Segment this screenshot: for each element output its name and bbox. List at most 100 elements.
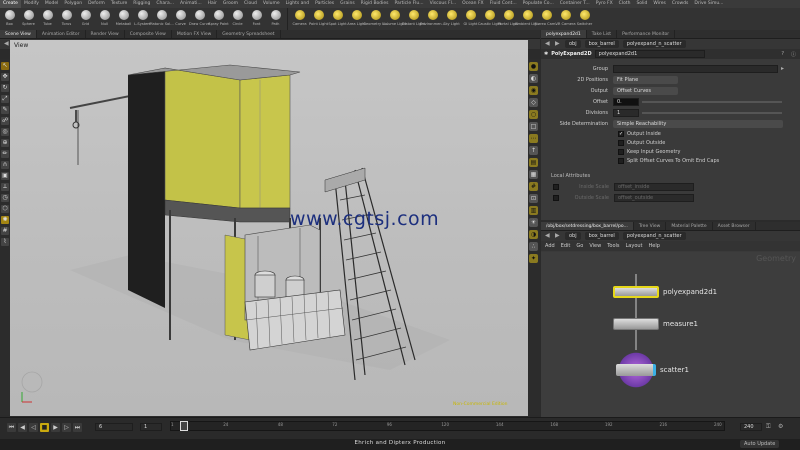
divisions-field[interactable]: 1	[613, 108, 639, 117]
shelf-tab[interactable]: Pyro FX	[593, 0, 616, 8]
shelf-tool-button[interactable]: Font	[247, 8, 266, 30]
output-dropdown[interactable]: Offset Curves	[613, 86, 678, 95]
current-frame-field[interactable]: 6	[95, 423, 133, 431]
ghost-icon[interactable]: ○	[529, 110, 538, 119]
wireframe-icon[interactable]: ◇	[529, 98, 538, 107]
shelf-tool-button[interactable]: Caustic Light	[478, 8, 501, 30]
handle-display-icon[interactable]: ✦	[529, 254, 538, 263]
divisions-slider[interactable]	[642, 111, 782, 114]
shelf-tab[interactable]: Wires	[650, 0, 668, 8]
current-frame-marker[interactable]	[180, 421, 189, 431]
path-segment-box-barrel[interactable]: box_barrel	[584, 232, 619, 240]
pane-tab[interactable]: Material Palette	[666, 222, 713, 230]
pane-tab[interactable]: Render View	[86, 30, 125, 38]
shelf-tab[interactable]: Create	[0, 0, 21, 8]
shelf-tool-button[interactable]: Metaball	[114, 8, 133, 30]
shelf-tab[interactable]: Cloud	[241, 0, 260, 8]
pane-tab[interactable]: /obj/box/setdressing/box_barrel/po...	[541, 222, 634, 230]
shelf-tool-button[interactable]: Grid	[76, 8, 95, 30]
checkbox[interactable]	[618, 148, 624, 155]
step-forward-icon[interactable]: ▷	[62, 423, 71, 432]
shadow-icon[interactable]: ◑	[529, 230, 538, 239]
shelf-tab[interactable]: Ocean FX	[459, 0, 487, 8]
jump-start-icon[interactable]: ⏮	[7, 423, 16, 432]
shelf-tool-button[interactable]: Platonic Sol...	[149, 8, 174, 30]
shelf-tool-button[interactable]: Sphere	[19, 8, 38, 30]
shelf-tab[interactable]: Drive Simu...	[691, 0, 726, 8]
path-segment-polyexpand-n-scatter[interactable]: polyexpand_n_scatter	[622, 40, 686, 48]
background-icon[interactable]: ▥	[529, 206, 538, 215]
settings-icon[interactable]: ⚙	[778, 423, 783, 430]
scale-tool-icon[interactable]: ⤢	[1, 95, 9, 103]
stop-icon[interactable]: ■	[40, 423, 49, 432]
auto-update-button[interactable]: Auto Update	[740, 440, 780, 448]
network-menu-item[interactable]: Go	[576, 243, 583, 249]
point-display-icon[interactable]: ⋯	[529, 134, 538, 143]
shelf-tool-button[interactable]: Environmen...	[420, 8, 445, 30]
side-dropdown[interactable]: Simple Reachability	[613, 119, 783, 128]
shelf-tool-button[interactable]: Path	[266, 8, 285, 30]
brush-tool-icon[interactable]: ✏	[1, 150, 9, 158]
node-polyexpand2d1[interactable]: polyexpand2d1	[613, 286, 717, 298]
path-segment-polyexpand-n-scatter[interactable]: polyexpand_n_scatter	[622, 232, 686, 240]
forward-arrow-icon[interactable]: ▶	[555, 233, 561, 239]
shelf-tab[interactable]: Modify	[21, 0, 42, 8]
pose-tool-icon[interactable]: ☍	[1, 117, 9, 125]
shelf-tool-button[interactable]: Point Light	[309, 8, 328, 30]
jump-end-icon[interactable]: ⏭	[73, 423, 82, 432]
move-tool-icon[interactable]: ✥	[1, 73, 9, 81]
shelf-tab[interactable]: Container T...	[557, 0, 593, 8]
polyexpand-node-icon[interactable]	[613, 286, 659, 298]
shelf-tool-button[interactable]: Spray Paint	[208, 8, 229, 30]
end-frame-field[interactable]: 240	[740, 423, 762, 431]
shelf-tool-button[interactable]: Circle	[228, 8, 247, 30]
help-icon[interactable]: ?	[781, 51, 784, 57]
shelf-tool-button[interactable]: Tube	[38, 8, 57, 30]
node-scatter1[interactable]: scatter1	[616, 350, 689, 390]
template-icon[interactable]: □	[529, 122, 538, 131]
play-reverse-icon[interactable]: ◁	[29, 423, 38, 432]
snap-tool-icon[interactable]: ⊕	[1, 139, 9, 147]
shelf-tool-button[interactable]: Curve	[171, 8, 190, 30]
shelf-tab[interactable]: Fluid Cont...	[487, 0, 520, 8]
shelf-tab[interactable]: Groom	[220, 0, 241, 8]
pane-tab[interactable]: Composite View	[125, 30, 172, 38]
pane-tab[interactable]: Geometry Spreadsheet	[217, 30, 281, 38]
light-tool-icon[interactable]: ✺	[1, 216, 9, 224]
shelf-tool-button[interactable]: Geometry L...	[363, 8, 388, 30]
wire-tool-icon[interactable]: ⌇	[1, 238, 9, 246]
shelf-tool-button[interactable]: Switcher	[575, 8, 594, 30]
shelf-tool-button[interactable]: VR Camera	[555, 8, 576, 30]
shelf-tool-button[interactable]: Box	[0, 8, 19, 30]
arrow-select-icon[interactable]: ▸	[781, 65, 784, 72]
shelf-tab[interactable]: Chara...	[153, 0, 177, 8]
node-measure1[interactable]: measure1	[613, 318, 698, 330]
magnet-icon[interactable]: ∩	[1, 161, 9, 169]
normal-display-icon[interactable]: ↑	[529, 146, 538, 155]
offset-slider[interactable]	[642, 100, 782, 103]
network-editor-canvas[interactable]: Geometry polyexpand2d1 measure1 scatter1	[541, 252, 800, 417]
render-region-icon[interactable]: ▣	[1, 172, 9, 180]
shelf-tab[interactable]: Lights and	[283, 0, 312, 8]
shelf-tool-button[interactable]: Sky Light	[442, 8, 461, 30]
shelf-tool-button[interactable]: Null	[95, 8, 114, 30]
shelf-tab[interactable]: Populate Co...	[520, 0, 557, 8]
pane-tab[interactable]: Motion FX View	[172, 30, 218, 38]
scatter-node-icon[interactable]	[616, 350, 656, 390]
shelf-tab[interactable]: Rigging	[130, 0, 153, 8]
primitive-display-icon[interactable]: ▤	[529, 158, 538, 167]
paint-tool-icon[interactable]: ⬡	[1, 205, 9, 213]
shelf-tab[interactable]: Grains	[337, 0, 358, 8]
rotate-tool-icon[interactable]: ↻	[1, 84, 9, 92]
network-menu-item[interactable]: Layout	[626, 243, 643, 249]
shelf-tab[interactable]: Viscous Fl...	[427, 0, 460, 8]
light-display-icon[interactable]: ☀	[529, 218, 538, 227]
checkbox[interactable]	[618, 139, 624, 146]
back-arrow-icon[interactable]: ◀	[545, 233, 551, 239]
group-field[interactable]	[613, 64, 778, 73]
shelf-tab[interactable]: Deform	[85, 0, 108, 8]
shelf-tool-button[interactable]: Distant Light	[402, 8, 425, 30]
shelf-tool-button[interactable]: Portal Light	[498, 8, 519, 30]
step-back-icon[interactable]: ◀	[18, 423, 27, 432]
forward-arrow-icon[interactable]: ▶	[555, 41, 561, 47]
